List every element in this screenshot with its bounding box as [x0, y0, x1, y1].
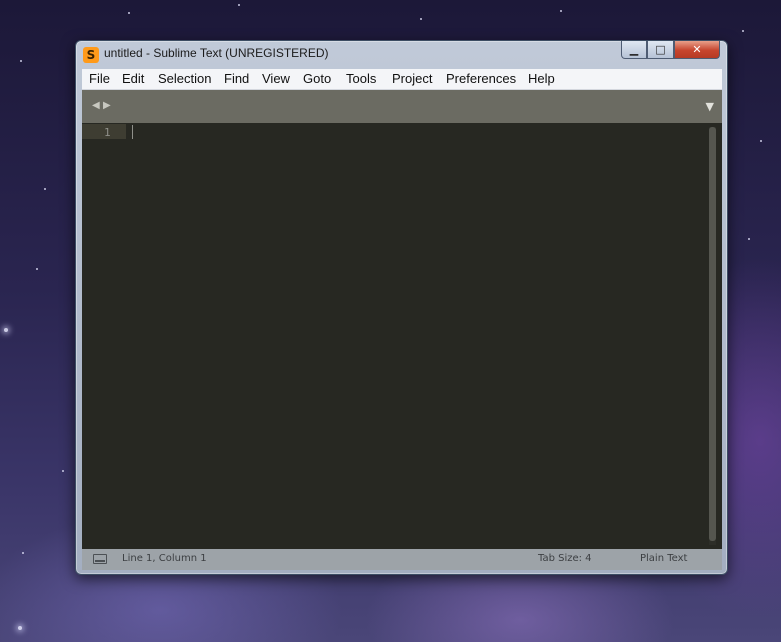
menu-file[interactable]: File	[89, 71, 110, 86]
title-bar[interactable]: S untitled - Sublime Text (UNREGISTERED)…	[76, 41, 727, 67]
window-title: untitled - Sublime Text (UNREGISTERED)	[104, 46, 329, 60]
menu-find[interactable]: Find	[224, 71, 249, 86]
cursor-position: Line 1, Column 1	[122, 553, 207, 564]
star	[62, 470, 64, 472]
menu-help[interactable]: Help	[528, 71, 555, 86]
scrollbar-thumb[interactable]	[709, 127, 716, 541]
text-cursor	[132, 125, 133, 139]
status-bar: Line 1, Column 1 Tab Size: 4 Plain Text	[82, 549, 722, 570]
sublime-text-icon[interactable]: S	[83, 47, 99, 63]
tab-next-icon[interactable]: ▶	[103, 100, 111, 111]
star	[420, 18, 422, 20]
menu-tools[interactable]: Tools	[346, 71, 376, 86]
syntax-indicator[interactable]: Plain Text	[640, 553, 687, 564]
tab-prev-icon[interactable]: ◀	[92, 100, 100, 111]
menu-selection[interactable]: Selection	[158, 71, 211, 86]
star	[4, 328, 8, 332]
menu-bar: File Edit Selection Find View Goto Tools…	[82, 69, 722, 90]
close-button[interactable]: ✕	[674, 41, 720, 59]
maximize-button[interactable]: □	[647, 41, 674, 59]
star	[128, 12, 130, 14]
app-window: S untitled - Sublime Text (UNREGISTERED)…	[75, 40, 728, 575]
star	[18, 626, 22, 630]
star	[742, 30, 744, 32]
star	[238, 4, 240, 6]
menu-goto[interactable]: Goto	[303, 71, 331, 86]
vertical-scrollbar[interactable]	[709, 127, 716, 545]
tab-strip: ◀ ▶ ▼	[82, 90, 722, 123]
star	[760, 140, 762, 142]
star	[560, 10, 562, 12]
menu-preferences[interactable]: Preferences	[446, 71, 516, 86]
minimize-button[interactable]: ▁	[621, 41, 647, 59]
star	[20, 60, 22, 62]
menu-view[interactable]: View	[262, 71, 290, 86]
star	[748, 238, 750, 240]
panel-toggle-icon[interactable]	[93, 554, 107, 564]
tab-list-dropdown-icon[interactable]: ▼	[706, 100, 714, 113]
tab-size-indicator[interactable]: Tab Size: 4	[538, 553, 592, 564]
star	[36, 268, 38, 270]
star	[22, 552, 24, 554]
line-number: 1	[104, 126, 111, 139]
menu-project[interactable]: Project	[392, 71, 432, 86]
star	[44, 188, 46, 190]
editor-pane[interactable]: 1	[82, 123, 722, 549]
menu-edit[interactable]: Edit	[122, 71, 144, 86]
